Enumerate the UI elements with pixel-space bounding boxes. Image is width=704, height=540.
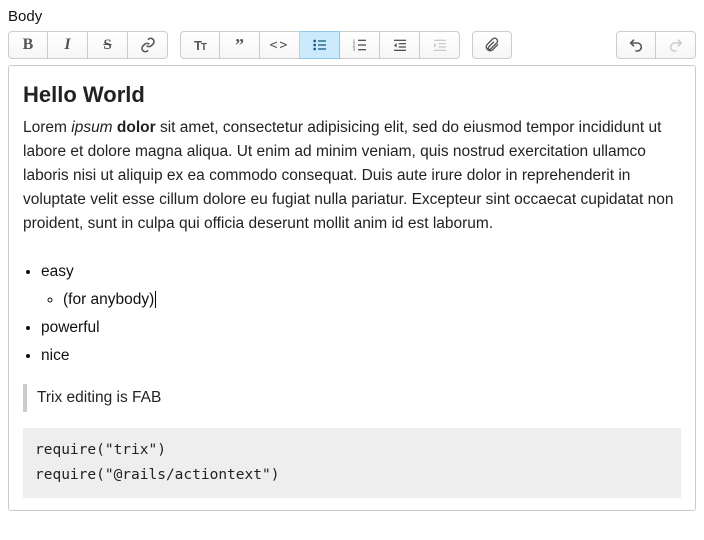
undo-button[interactable] [616, 31, 656, 59]
list-item-label: easy [41, 263, 74, 280]
quote-button[interactable]: ” [220, 31, 260, 59]
list-item: nice [41, 344, 681, 368]
code-icon: <> [270, 38, 290, 53]
strikethrough-icon: S [103, 37, 111, 54]
svg-text:3: 3 [352, 46, 355, 51]
para-text-prefix: Lorem [23, 119, 71, 136]
attach-button[interactable] [472, 31, 512, 59]
number-list-icon: 123 [352, 37, 368, 53]
field-label: Body [8, 8, 696, 25]
undo-icon [628, 37, 644, 53]
code-block: require("trix") require("@rails/actionte… [23, 428, 681, 497]
para-italic: ipsum [71, 119, 112, 136]
list-item: powerful [41, 316, 681, 340]
indent-icon [432, 37, 448, 53]
para-bold: dolor [117, 119, 156, 136]
heading-button[interactable]: TT [180, 31, 220, 59]
strikethrough-button[interactable]: S [88, 31, 128, 59]
bullet-list-button[interactable] [300, 31, 340, 59]
bold-icon: B [23, 36, 34, 54]
redo-button [656, 31, 696, 59]
blockquote: Trix editing is FAB [23, 384, 681, 412]
editor-toolbar: B I S TT ” <> 123 [8, 31, 696, 59]
heading-icon: TT [194, 38, 206, 53]
block-format-group: TT ” <> 123 [180, 31, 460, 59]
code-line: require("@rails/actiontext") [35, 467, 279, 483]
paragraph: Lorem ipsum dolor sit amet, consectetur … [23, 116, 681, 236]
code-button[interactable]: <> [260, 31, 300, 59]
link-icon [140, 37, 156, 53]
number-list-button[interactable]: 123 [340, 31, 380, 59]
italic-button[interactable]: I [48, 31, 88, 59]
bullet-list: easy (for anybody) powerful nice [23, 260, 681, 368]
code-line: require("trix") [35, 442, 166, 458]
indent-button [420, 31, 460, 59]
list-item-label: (for anybody) [63, 291, 156, 308]
bullet-list-icon [312, 37, 328, 53]
outdent-button[interactable] [380, 31, 420, 59]
outdent-icon [392, 37, 408, 53]
history-group [616, 31, 696, 59]
italic-icon: I [64, 36, 70, 54]
redo-icon [668, 37, 684, 53]
link-button[interactable] [128, 31, 168, 59]
nested-list: (for anybody) [41, 288, 681, 312]
heading: Hello World [23, 78, 681, 112]
bold-button[interactable]: B [8, 31, 48, 59]
attach-group [472, 31, 512, 59]
list-item: easy (for anybody) [41, 260, 681, 312]
list-item: (for anybody) [63, 288, 681, 312]
quote-icon: ” [235, 42, 244, 48]
paperclip-icon [484, 37, 500, 53]
text-format-group: B I S [8, 31, 168, 59]
editor-content[interactable]: Hello World Lorem ipsum dolor sit amet, … [8, 65, 696, 511]
